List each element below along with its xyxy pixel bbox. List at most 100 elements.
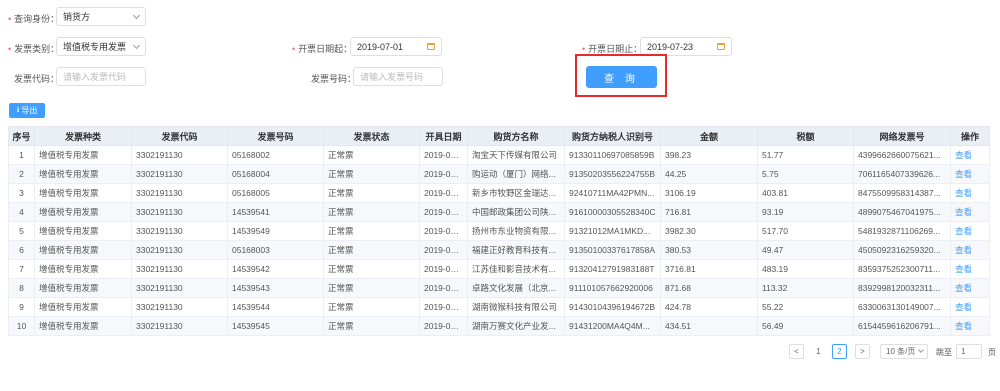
column-header: 税额 — [757, 126, 854, 146]
invoice-type-select[interactable]: 增值税专用发票 — [56, 37, 146, 56]
invoice-code-label: 发票代码： — [14, 74, 60, 84]
table-cell: 正常票 — [323, 183, 420, 203]
table-cell: 4399662660075621... — [853, 145, 951, 165]
view-link[interactable]: 查看 — [955, 188, 972, 198]
table-cell: 购运动（厦门）网络... — [467, 164, 565, 184]
prev-page-button[interactable]: < — [789, 344, 804, 359]
table-cell: 398.23 — [660, 145, 758, 165]
invoice-number-label: 发票号码： — [311, 74, 357, 84]
table-cell: 查看 — [950, 316, 990, 336]
view-link[interactable]: 查看 — [955, 207, 972, 217]
view-link[interactable]: 查看 — [955, 302, 972, 312]
table-cell: 9 — [8, 297, 35, 317]
view-link[interactable]: 查看 — [955, 169, 972, 179]
table-cell: 8392998120032311... — [853, 278, 951, 298]
table-cell: 91321012MA1MKD... — [564, 221, 661, 241]
page-1-button[interactable]: 1 — [811, 344, 826, 359]
table-cell: 91431200MA4Q4M... — [564, 316, 661, 336]
invoice-type-label: • 发票类别： — [8, 44, 60, 54]
table-cell: 增值税专用发票 — [34, 164, 132, 184]
table-cell: 6 — [8, 240, 35, 260]
table-body: 1 增值税专用发票 3302191130 05168002 正常票 2019-07-01 淘… — [8, 145, 990, 336]
table-cell: 6330063130149007... — [853, 297, 951, 317]
table-cell: 正常票 — [323, 259, 420, 279]
table-cell: 93.19 — [757, 202, 854, 222]
table-cell: 3302191130 — [131, 259, 228, 279]
table-cell: 增值税专用发票 — [34, 221, 132, 241]
column-header: 购货方名称 — [467, 126, 565, 146]
table-cell: 4 — [8, 202, 35, 222]
table-cell: 3302191130 — [131, 164, 228, 184]
table-cell: 7061165407339626... — [853, 164, 951, 184]
table-cell: 2019-07-03 — [419, 183, 468, 203]
table-cell: 91610000305528340C — [564, 202, 661, 222]
query-button[interactable]: 查 询 — [586, 66, 657, 88]
identity-select[interactable]: 销货方 — [56, 7, 146, 26]
table-cell: 湖南万赛文化产业发... — [467, 316, 565, 336]
table-cell: 江苏佳和影音技术有... — [467, 259, 565, 279]
view-link[interactable]: 查看 — [955, 264, 972, 274]
download-icon: ⭳ — [16, 104, 20, 114]
column-header: 发票代码 — [131, 126, 228, 146]
table-cell: 517.70 — [757, 221, 854, 241]
table-cell: 4505092316259320... — [853, 240, 951, 260]
table-row: 4 增值税专用发票 3302191130 14539541 正常票 2019-07-04 中… — [8, 202, 990, 222]
table-cell: 1 — [8, 145, 35, 165]
table-cell: 91110105766292000​6 — [564, 278, 661, 298]
column-header: 购货方纳税人识别号 — [564, 126, 661, 146]
table-cell: 3 — [8, 183, 35, 203]
table-cell: 91320412791983188T — [564, 259, 661, 279]
view-link[interactable]: 查看 — [955, 321, 972, 331]
table-cell: 3302191130 — [131, 240, 228, 260]
table-cell: 92410711MA42PMN... — [564, 183, 661, 203]
view-link[interactable]: 查看 — [955, 283, 972, 293]
table-cell: 增值税专用发票 — [34, 316, 132, 336]
invoice-code-input[interactable]: 请输入发票代码 — [56, 67, 146, 86]
table-cell: 2019-07-11 — [419, 221, 468, 241]
column-header: 序号 — [8, 126, 35, 146]
table-cell: 3302191130 — [131, 183, 228, 203]
identity-select-value: 销货方 — [63, 12, 91, 22]
table-row: 8 增值税专用发票 3302191130 14539543 正常票 2019-07-05 卓… — [8, 278, 990, 298]
column-header: 发票种类 — [34, 126, 132, 146]
date-end-value: 2019-07-23 — [647, 41, 694, 52]
page-2-button[interactable]: 2 — [832, 344, 847, 359]
view-link[interactable]: 查看 — [955, 226, 972, 236]
goto-page-input[interactable]: 1 — [956, 344, 982, 359]
table-cell: 3302191130 — [131, 145, 228, 165]
table-cell: 14539549 — [227, 221, 324, 241]
invoice-number-input[interactable]: 请输入发票号码 — [353, 67, 443, 86]
view-link[interactable]: 查看 — [955, 150, 972, 160]
table-cell: 483.19 — [757, 259, 854, 279]
table-cell: 2019-07-02 — [419, 240, 468, 260]
table-cell: 4899075467041975... — [853, 202, 951, 222]
table-cell: 871.68 — [660, 278, 758, 298]
date-start-input[interactable]: 2019-07-01 — [350, 37, 442, 56]
table-cell: 05168002 — [227, 145, 324, 165]
column-header: 金额 — [660, 126, 758, 146]
table-cell: 增值税专用发票 — [34, 202, 132, 222]
chevron-down-icon — [132, 41, 141, 50]
invoice-number-placeholder: 请输入发票号码 — [360, 72, 424, 82]
view-link[interactable]: 查看 — [955, 245, 972, 255]
table-cell: 淘宝天下传媒有限公司 — [467, 145, 565, 165]
table-cell: 3302191130 — [131, 316, 228, 336]
column-header: 网络发票号 — [853, 126, 951, 146]
table-cell: 49.47 — [757, 240, 854, 260]
page-suffix: 页 — [988, 348, 996, 357]
invoice-type-value: 增值税专用发票 — [63, 42, 127, 52]
table-cell: 05168004 — [227, 164, 324, 184]
table-cell: 福建正好教育科技有... — [467, 240, 565, 260]
table-cell: 14539542 — [227, 259, 324, 279]
export-button[interactable]: ⭳ 导出 — [9, 103, 45, 118]
table-cell: 查看 — [950, 240, 990, 260]
table-cell: 增值税专用发票 — [34, 145, 132, 165]
table-cell: 3106.19 — [660, 183, 758, 203]
table-cell: 增值税专用发票 — [34, 278, 132, 298]
table-row: 9 增值税专用发票 3302191130 14539544 正常票 2019-07-05 湖… — [8, 297, 990, 317]
table-cell: 05168005 — [227, 183, 324, 203]
table-cell: 91430104396194672B — [564, 297, 661, 317]
next-page-button[interactable]: > — [855, 344, 870, 359]
page-size-select[interactable]: 10 条/页 — [880, 344, 928, 359]
calendar-icon — [427, 43, 435, 50]
